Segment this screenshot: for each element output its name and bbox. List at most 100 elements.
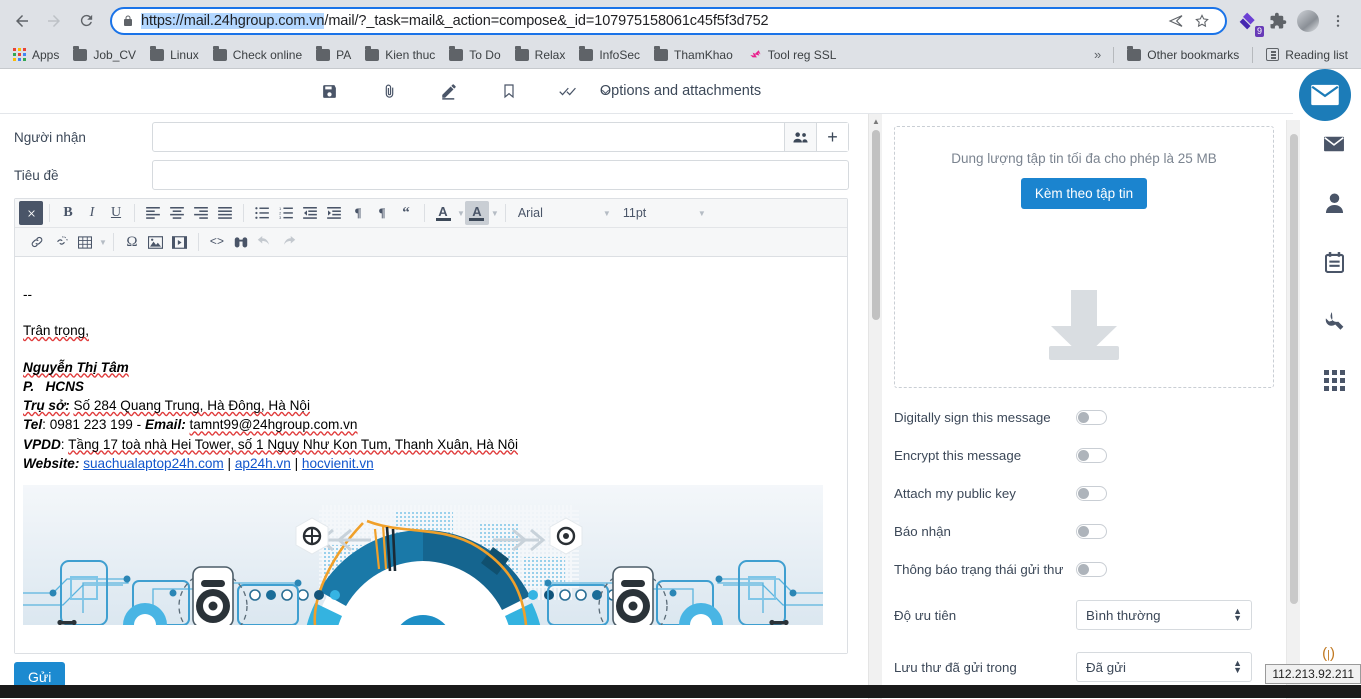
forward-button[interactable] bbox=[40, 7, 68, 35]
reload-button[interactable] bbox=[72, 7, 100, 35]
sent-folder-select[interactable]: Đã gửi ▲ ▼ bbox=[1076, 652, 1252, 682]
indent-button[interactable] bbox=[322, 201, 346, 225]
bookmark-star-icon[interactable] bbox=[1189, 9, 1215, 33]
chrome-menu-button[interactable] bbox=[1323, 6, 1353, 36]
align-center-button[interactable] bbox=[165, 201, 189, 225]
priority-select[interactable]: Bình thường ▲ ▼ bbox=[1076, 600, 1252, 630]
bookmark-apps[interactable]: Apps bbox=[6, 45, 66, 65]
divider bbox=[1252, 46, 1254, 63]
background-color-button[interactable]: A bbox=[464, 201, 489, 225]
share-icon[interactable] bbox=[1163, 9, 1189, 33]
align-left-button[interactable] bbox=[141, 201, 165, 225]
grid-icon bbox=[1323, 369, 1345, 391]
bookmark-check-online[interactable]: Check online bbox=[206, 45, 309, 65]
back-button[interactable] bbox=[8, 7, 36, 35]
read-receipt-button[interactable] bbox=[558, 80, 580, 102]
insert-link-button[interactable] bbox=[25, 230, 49, 254]
reading-list-button[interactable]: Reading list bbox=[1259, 45, 1355, 65]
bookmark-to-do[interactable]: To Do bbox=[442, 45, 507, 65]
puzzle-extensions-icon[interactable] bbox=[1263, 6, 1293, 36]
divider bbox=[134, 204, 135, 222]
font-size-select[interactable]: 11pt ▼ bbox=[617, 206, 712, 220]
folder-icon bbox=[73, 45, 88, 61]
rail-apps-button[interactable] bbox=[1322, 368, 1346, 392]
align-right-button[interactable] bbox=[189, 201, 213, 225]
text-color-button[interactable]: A bbox=[431, 201, 455, 225]
rtl-button[interactable]: ¶ bbox=[370, 201, 394, 225]
chevron-down-icon[interactable]: ▼ bbox=[491, 209, 499, 218]
address-bar[interactable]: https://mail.24hgroup.com.vn/mail/?_task… bbox=[110, 6, 1227, 35]
italic-button[interactable]: I bbox=[80, 201, 104, 225]
ltr-button[interactable]: ¶ bbox=[346, 201, 370, 225]
undo-button[interactable] bbox=[253, 230, 277, 254]
bookmark-linux[interactable]: Linux bbox=[143, 45, 206, 65]
underline-button[interactable]: U bbox=[104, 201, 128, 225]
insert-media-button[interactable] bbox=[168, 230, 192, 254]
search-replace-button[interactable] bbox=[229, 230, 253, 254]
special-char-button[interactable]: Ω bbox=[120, 230, 144, 254]
power-icon[interactable]: (|) bbox=[1322, 645, 1335, 662]
font-family-select[interactable]: Arial ▼ bbox=[512, 206, 617, 220]
extension-diamond-icon[interactable]: 9 bbox=[1233, 6, 1264, 37]
chevron-down-icon[interactable]: ▼ bbox=[99, 238, 107, 247]
bookmarks-overflow-button[interactable]: » bbox=[1088, 47, 1107, 62]
chevron-down-icon[interactable]: ▼ bbox=[457, 209, 465, 218]
compose-scrollbar[interactable]: ▲ ▼ bbox=[868, 114, 882, 699]
bookmark-tool-reg-ssl[interactable]: Tool reg SSL bbox=[740, 45, 844, 65]
blockquote-button[interactable]: “ bbox=[394, 201, 418, 225]
scroll-thumb[interactable] bbox=[1290, 134, 1298, 604]
attach-button[interactable] bbox=[378, 80, 400, 102]
delivery-receipt-toggle[interactable] bbox=[1076, 524, 1107, 539]
rail-settings-button[interactable] bbox=[1322, 309, 1346, 333]
remove-link-button[interactable] bbox=[49, 230, 73, 254]
bookmark-infosec[interactable]: InfoSec bbox=[572, 45, 647, 65]
table-button[interactable] bbox=[73, 230, 97, 254]
encrypt-message-toggle[interactable] bbox=[1076, 448, 1107, 463]
website-link-1[interactable]: suachualaptop24h.com bbox=[83, 456, 224, 471]
bookmark-button[interactable] bbox=[498, 80, 520, 102]
office-value: Số 284 Quang Trung, Hà Đông, Hà Nội bbox=[73, 398, 310, 414]
numbered-list-button[interactable]: 123 bbox=[274, 201, 298, 225]
add-recipient-button[interactable]: + bbox=[816, 123, 848, 151]
signature-button[interactable] bbox=[438, 80, 460, 102]
rail-calendar-button[interactable] bbox=[1322, 250, 1346, 274]
recipients-field[interactable]: + bbox=[152, 122, 849, 152]
bullet-list-button[interactable] bbox=[250, 201, 274, 225]
attachment-dropzone[interactable]: Dung lượng tập tin tối đa cho phép là 25… bbox=[894, 126, 1274, 388]
website-link-2[interactable]: ap24h.vn bbox=[235, 456, 291, 471]
scroll-up-arrow[interactable]: ▲ bbox=[869, 114, 883, 128]
option-label: Attach my public key bbox=[894, 486, 1016, 501]
more-options-button[interactable] bbox=[594, 80, 616, 102]
subject-field[interactable] bbox=[152, 160, 849, 190]
editor-content-area[interactable]: -- Trân trọng, Nguyễn Thị Tâm P. HCNS Tr… bbox=[15, 257, 847, 653]
outdent-button[interactable] bbox=[298, 201, 322, 225]
browser-chrome: https://mail.24hgroup.com.vn/mail/?_task… bbox=[0, 0, 1361, 69]
contacts-button[interactable] bbox=[784, 123, 816, 151]
save-draft-button[interactable] bbox=[318, 80, 340, 102]
recipients-input[interactable] bbox=[153, 123, 784, 151]
bookmark-kien-thuc[interactable]: Kien thuc bbox=[358, 45, 442, 65]
source-code-button[interactable]: <> bbox=[205, 230, 229, 254]
status-notification-toggle[interactable] bbox=[1076, 562, 1107, 577]
redo-button[interactable] bbox=[277, 230, 301, 254]
subject-input[interactable] bbox=[153, 161, 848, 189]
insert-image-button[interactable] bbox=[144, 230, 168, 254]
other-bookmarks-button[interactable]: Other bookmarks bbox=[1120, 45, 1246, 65]
rail-mail-button[interactable] bbox=[1322, 132, 1346, 156]
options-scrollbar[interactable] bbox=[1286, 120, 1300, 699]
bookmark-pa[interactable]: PA bbox=[309, 45, 358, 65]
avatar[interactable] bbox=[1293, 6, 1323, 36]
compose-header: Options and attachments bbox=[0, 69, 1361, 121]
clear-formatting-button[interactable] bbox=[19, 201, 43, 225]
attach-public-key-toggle[interactable] bbox=[1076, 486, 1107, 501]
scroll-thumb[interactable] bbox=[872, 130, 880, 320]
align-justify-button[interactable] bbox=[213, 201, 237, 225]
bookmark-job-cv[interactable]: Job_CV bbox=[66, 45, 143, 65]
bookmark-relax[interactable]: Relax bbox=[508, 45, 573, 65]
attach-file-button[interactable]: Kèm theo tập tin bbox=[1020, 178, 1148, 209]
website-link-3[interactable]: hocvienit.vn bbox=[302, 456, 374, 471]
bold-button[interactable]: B bbox=[56, 201, 80, 225]
rail-contacts-button[interactable] bbox=[1322, 191, 1346, 215]
bookmark-thamkhao[interactable]: ThamKhao bbox=[647, 45, 740, 65]
digitally-sign-toggle[interactable] bbox=[1076, 410, 1107, 425]
